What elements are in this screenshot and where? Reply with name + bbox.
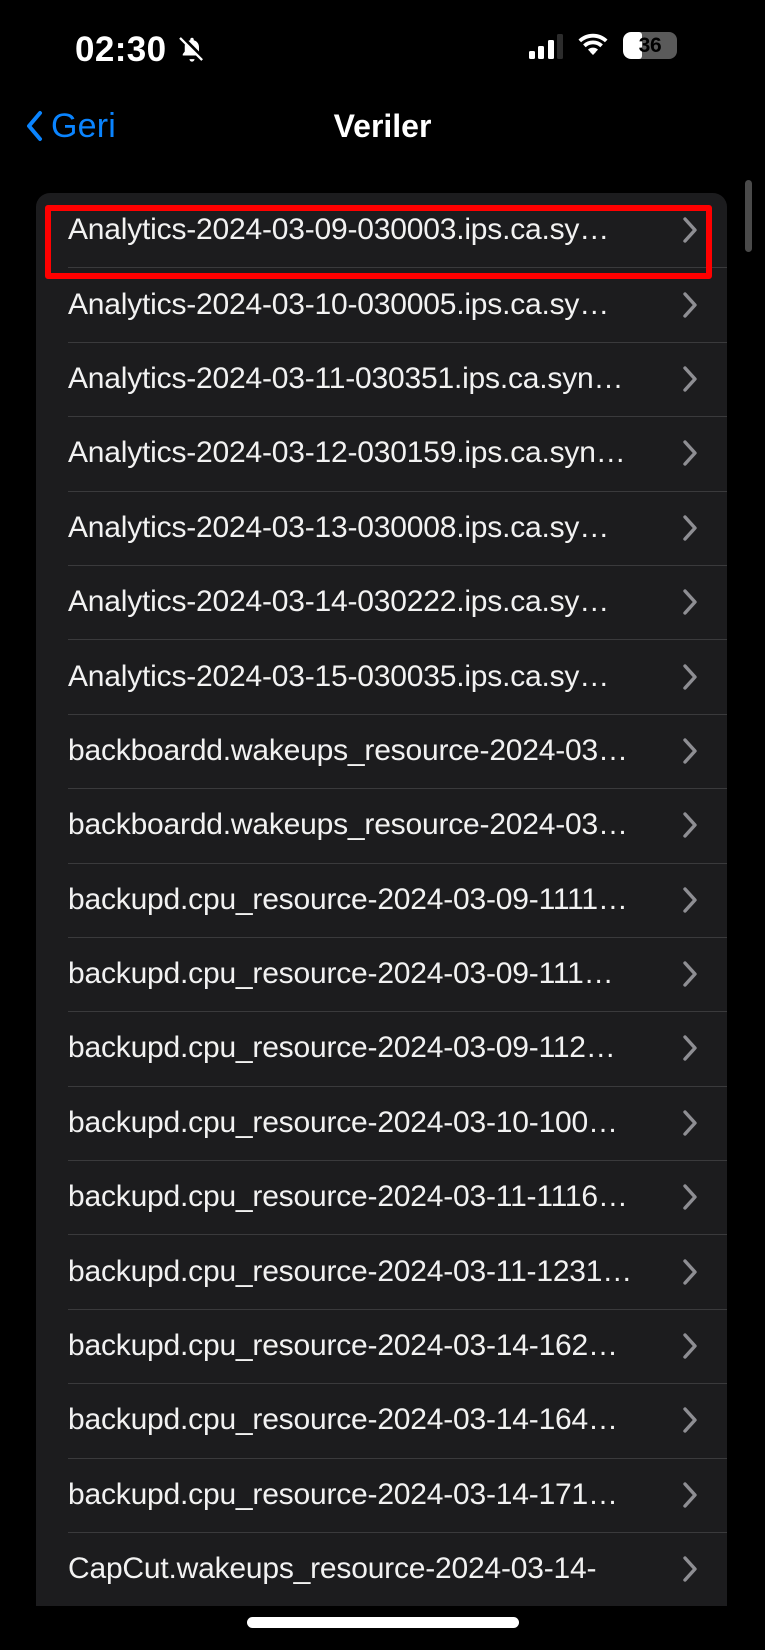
list-item[interactable]: backboardd.wakeups_resource-2024-03… <box>36 788 727 862</box>
phone-screen: 02:30 36 Geri Veriler Analytics-2024-03-… <box>0 0 765 1650</box>
list-item-label: Analytics-2024-03-13-030008.ips.ca.sy… <box>68 510 610 544</box>
chevron-right-icon <box>682 1257 699 1287</box>
chevron-right-icon <box>682 736 699 766</box>
list-item-label: CapCut.wakeups_resource-2024-03-14- <box>68 1552 597 1586</box>
list-item[interactable]: backupd.cpu_resource-2024-03-09-1111… <box>36 862 727 937</box>
scrollbar[interactable] <box>745 180 752 252</box>
list-item-label: backupd.cpu_resource-2024-03-10-100… <box>68 1105 618 1139</box>
chevron-right-icon <box>682 1331 699 1361</box>
chevron-right-icon <box>682 1405 699 1435</box>
status-bar: 02:30 36 <box>0 0 765 95</box>
navigation-bar: Geri Veriler <box>0 95 765 170</box>
list-item[interactable]: backupd.cpu_resource-2024-03-10-100… <box>36 1085 727 1160</box>
list-item-label: Analytics-2024-03-12-030159.ips.ca.syn… <box>68 436 626 470</box>
chevron-right-icon <box>682 215 699 245</box>
cellular-signal-icon <box>528 33 563 59</box>
chevron-right-icon <box>682 1033 699 1063</box>
list-item-label: backupd.cpu_resource-2024-03-09-112… <box>68 1031 616 1065</box>
wifi-icon <box>576 33 610 58</box>
list-item-label: Analytics-2024-03-14-030222.ips.ca.sy… <box>68 585 610 619</box>
chevron-right-icon <box>682 959 699 989</box>
list-item[interactable]: backupd.cpu_resource-2024-03-09-111… <box>36 936 727 1011</box>
list-item[interactable]: Analytics-2024-03-14-030222.ips.ca.sy… <box>36 564 727 639</box>
chevron-right-icon <box>682 1480 699 1510</box>
chevron-right-icon <box>682 364 699 394</box>
list-item[interactable]: backboardd.wakeups_resource-2024-03… <box>36 713 727 788</box>
list-item-label: backupd.cpu_resource-2024-03-14-162… <box>68 1329 618 1363</box>
battery-percent-label: 36 <box>638 33 662 57</box>
list-item-label: Analytics-2024-03-11-030351.ips.ca.syn… <box>68 361 624 395</box>
list-item-label: backupd.cpu_resource-2024-03-11-1231… <box>68 1254 633 1288</box>
list-item[interactable]: backupd.cpu_resource-2024-03-11-1231… <box>36 1234 727 1308</box>
list-item-label: backupd.cpu_resource-2024-03-14-171… <box>68 1477 618 1511</box>
bell-slash-icon <box>177 34 207 66</box>
chevron-right-icon <box>682 662 699 692</box>
list-item-label: Analytics-2024-03-10-030005.ips.ca.sy… <box>68 287 610 321</box>
chevron-right-icon <box>682 1554 699 1584</box>
list-item[interactable]: Analytics-2024-03-13-030008.ips.ca.sy… <box>36 490 727 565</box>
chevron-right-icon <box>682 1108 699 1138</box>
list-item-label: Analytics-2024-03-15-030035.ips.ca.sy… <box>68 659 610 693</box>
list-item[interactable]: Analytics-2024-03-09-030003.ips.ca.sy… <box>36 193 727 267</box>
list-item[interactable]: Analytics-2024-03-15-030035.ips.ca.sy… <box>36 639 727 713</box>
list-item[interactable]: CapCut.wakeups_resource-2024-03-14- <box>36 1532 727 1606</box>
page-title: Veriler <box>333 108 432 144</box>
chevron-right-icon <box>682 438 699 468</box>
battery-indicator: 36 <box>623 32 677 59</box>
list-item[interactable]: Analytics-2024-03-10-030005.ips.ca.sy… <box>36 267 727 341</box>
list-item-label: backupd.cpu_resource-2024-03-14-164… <box>68 1403 618 1437</box>
list-item-label: backboardd.wakeups_resource-2024-03… <box>68 808 628 842</box>
chevron-right-icon <box>682 513 699 543</box>
list-item[interactable]: backupd.cpu_resource-2024-03-11-1116… <box>36 1160 727 1234</box>
chevron-right-icon <box>682 1182 699 1212</box>
list-item[interactable]: backupd.cpu_resource-2024-03-14-164… <box>36 1383 727 1457</box>
status-bar-right: 36 <box>528 32 677 59</box>
chevron-right-icon <box>682 810 699 840</box>
chevron-right-icon <box>682 290 699 320</box>
chevron-right-icon <box>682 587 699 617</box>
home-indicator[interactable] <box>246 1617 519 1628</box>
list-item[interactable]: Analytics-2024-03-12-030159.ips.ca.syn… <box>36 416 727 490</box>
status-bar-clock: 02:30 <box>75 30 167 69</box>
list-item-label: backboardd.wakeups_resource-2024-03… <box>68 733 628 767</box>
list-item[interactable]: Analytics-2024-03-11-030351.ips.ca.syn… <box>36 341 727 416</box>
list-item-label: Analytics-2024-03-09-030003.ips.ca.sy… <box>68 213 610 247</box>
list-item[interactable]: backupd.cpu_resource-2024-03-14-171… <box>36 1457 727 1532</box>
list-item-label: backupd.cpu_resource-2024-03-09-1111… <box>68 882 628 916</box>
list-item[interactable]: backupd.cpu_resource-2024-03-09-112… <box>36 1011 727 1085</box>
chevron-right-icon <box>682 885 699 915</box>
file-list: Analytics-2024-03-09-030003.ips.ca.sy… An… <box>36 193 727 1607</box>
list-item-label: backupd.cpu_resource-2024-03-11-1116… <box>68 1180 628 1214</box>
status-bar-left: 02:30 <box>75 28 207 72</box>
list-item[interactable]: backupd.cpu_resource-2024-03-14-162… <box>36 1308 727 1383</box>
list-item-label: backupd.cpu_resource-2024-03-09-111… <box>68 957 614 991</box>
